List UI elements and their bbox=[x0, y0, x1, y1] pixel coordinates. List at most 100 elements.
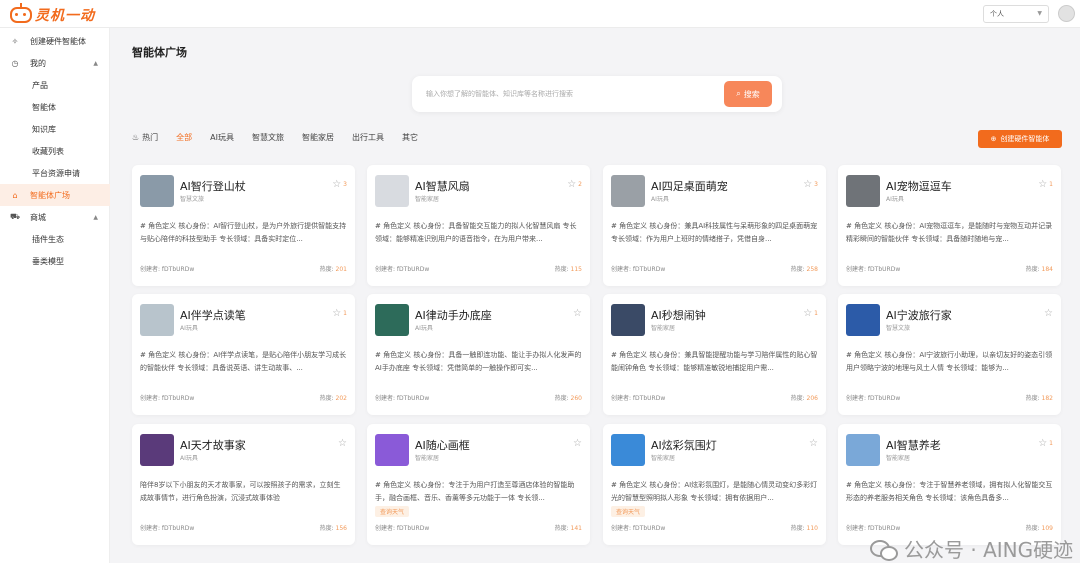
agent-card-description: # 角色定义 核心身份：具备一触即连功能、能让手办拟人化发声的AI手办底座 专长… bbox=[375, 351, 582, 372]
agent-card-heat: 热度: 206 bbox=[791, 393, 818, 402]
agent-card[interactable]: AI智行登山杖 智慧文旅 ☆ 3 # 角色定义 核心身份：AI智行登山杖，是为户外旅行提… bbox=[132, 165, 355, 286]
agent-card-title: AI宁波旅行家 bbox=[886, 309, 952, 322]
agent-card[interactable]: AI宁波旅行家 智慧文旅 ☆ # 角色定义 核心身份：AI宁波旅行小助理，以亲切友好的… bbox=[838, 294, 1061, 415]
agent-card-creator: 创建者: fDTbURDw bbox=[140, 525, 195, 532]
agent-card-creator: 创建者: fDTbURDw bbox=[375, 525, 430, 532]
agent-card[interactable]: AI天才故事家 AI玩具 ☆ 陪伴8岁以下小朋友的天才故事家，可以按照孩子的需求，立刻… bbox=[132, 424, 355, 545]
favorite-button[interactable]: ☆ 1 bbox=[1038, 179, 1053, 190]
favorite-button[interactable]: ☆ 1 bbox=[332, 308, 347, 319]
agent-thumbnail bbox=[611, 304, 645, 336]
create-agent-button[interactable]: ⊕ 创建硬件智能体 bbox=[978, 130, 1062, 148]
agent-card[interactable]: AI随心画框 智能家居 ☆ # 角色定义 核心身份：专注于为用户打造至尊酒店体验的智能… bbox=[367, 424, 590, 545]
search-box: ⌕ 搜索 bbox=[412, 76, 782, 112]
tab-label: AI玩具 bbox=[210, 133, 235, 142]
agent-card-category: AI玩具 bbox=[886, 196, 904, 203]
tab-smart-tourism[interactable]: 智慧文旅 bbox=[252, 132, 284, 143]
agent-card-description: # 角色定义 核心身份：专注于智慧养老领域，拥有拟人化智能交互形态的养老服务相关… bbox=[846, 481, 1053, 502]
heat-label: 热度: bbox=[1025, 266, 1040, 273]
agent-card[interactable]: AI智慧养老 智能家居 ☆ 1 # 角色定义 核心身份：专注于智慧养老领域，拥有拟人化智… bbox=[838, 424, 1061, 545]
favorite-button[interactable]: ☆ 1 bbox=[803, 308, 818, 319]
agent-card-category: 智能家居 bbox=[651, 325, 676, 332]
agent-card-heat: 热度: 260 bbox=[555, 393, 582, 402]
tab-ai-toys[interactable]: AI玩具 bbox=[210, 132, 234, 143]
agent-card-description: # 角色定义 核心身份：AI炫彩氛围灯，是能随心情灵动变幻多彩灯光的智慧型照明拟… bbox=[611, 481, 818, 502]
favorite-button[interactable]: ☆ bbox=[338, 438, 347, 449]
star-icon: ☆ bbox=[809, 438, 818, 449]
tab-other[interactable]: 其它 bbox=[402, 132, 418, 143]
tab-travel-tools[interactable]: 出行工具 bbox=[352, 132, 384, 143]
agent-card[interactable]: AI炫彩氛围灯 智能家居 ☆ # 角色定义 核心身份：AI炫彩氛围灯，是能随心情灵动变… bbox=[603, 424, 826, 545]
role-select[interactable]: 个人 ▼ bbox=[983, 5, 1049, 23]
favorite-button[interactable]: ☆ 2 bbox=[567, 179, 582, 190]
search-button[interactable]: ⌕ 搜索 bbox=[724, 81, 772, 107]
sidebar-item-label: 收藏列表 bbox=[32, 146, 64, 156]
sidebar-item-agent-plaza[interactable]: ⌂ 智能体广场 bbox=[0, 184, 110, 206]
favorite-count: 2 bbox=[578, 181, 582, 188]
heat-label: 热度: bbox=[790, 395, 805, 402]
favorite-button[interactable]: ☆ bbox=[573, 438, 582, 449]
agent-card-description: # 角色定义 核心身份：AI宠物逗逗车，是能随时与宠物互动并记录精彩瞬间的智能伙… bbox=[846, 222, 1053, 243]
agent-card-heat: 热度: 258 bbox=[791, 264, 818, 273]
favorite-button[interactable]: ☆ 3 bbox=[332, 179, 347, 190]
star-icon: ☆ bbox=[332, 308, 342, 319]
agent-card-creator: 创建者: fDTbURDw bbox=[375, 266, 430, 273]
clock-icon: ◷ bbox=[11, 58, 19, 68]
favorite-button[interactable]: ☆ 3 bbox=[803, 179, 818, 190]
favorite-button[interactable]: ☆ bbox=[573, 308, 582, 319]
sidebar-item-mine[interactable]: ◷ 我的 ▲ bbox=[0, 52, 110, 74]
agent-card-title: AI四足桌面萌宠 bbox=[651, 180, 728, 193]
agent-card[interactable]: AI律动手办底座 AI玩具 ☆ # 角色定义 核心身份：具备一触即连功能、能让手办拟人… bbox=[367, 294, 590, 415]
sidebar-item-create-agent[interactable]: ✧ 创建硬件智能体 bbox=[0, 30, 110, 52]
agent-card-category: 智慧文旅 bbox=[180, 196, 205, 203]
fire-icon: ♨ bbox=[132, 133, 140, 142]
tab-label: 智能家居 bbox=[302, 133, 335, 142]
agent-card[interactable]: AI秒想闹钟 智能家居 ☆ 1 # 角色定义 核心身份：兼具智能提醒功能与学习陪伴属性的… bbox=[603, 294, 826, 415]
favorite-button[interactable]: ☆ bbox=[809, 438, 818, 449]
sidebar-item-label: 产品 bbox=[32, 80, 48, 90]
favorite-count: 3 bbox=[343, 181, 347, 188]
favorite-button[interactable]: ☆ bbox=[1044, 308, 1053, 319]
search-input[interactable] bbox=[426, 87, 706, 101]
tab-all[interactable]: 全部 bbox=[176, 132, 192, 143]
sidebar: ✧ 创建硬件智能体 ◷ 我的 ▲ 产品 智能体 知识库 收藏列表 平台资源申请 … bbox=[0, 28, 110, 563]
agent-card[interactable]: AI智慧风扇 智能家居 ☆ 2 # 角色定义 核心身份：具备智能交互能力的拟人化智慧风扇… bbox=[367, 165, 590, 286]
logo[interactable]: 灵机一动 bbox=[10, 3, 95, 25]
watermark: 公众号 · AING硬迹 bbox=[870, 534, 1073, 563]
favorite-button[interactable]: ☆ 1 bbox=[1038, 438, 1053, 449]
heat-label: 热度: bbox=[554, 395, 569, 402]
agent-card-category: 智慧文旅 bbox=[886, 325, 911, 332]
agent-card[interactable]: AI伴学点读笔 AI玩具 ☆ 1 # 角色定义 核心身份：AI伴学点读笔，是贴心陪伴小朋… bbox=[132, 294, 355, 415]
sidebar-item-label: 垂类模型 bbox=[32, 256, 64, 266]
sidebar-item-favorites[interactable]: 收藏列表 bbox=[0, 140, 110, 162]
tab-smart-home[interactable]: 智能家居 bbox=[302, 132, 334, 143]
sidebar-item-knowledge[interactable]: 知识库 bbox=[0, 118, 110, 140]
heat-value: 141 bbox=[570, 525, 582, 532]
agent-card-heat: 热度: 141 bbox=[555, 523, 582, 532]
agent-card-creator: 创建者: fDTbURDw bbox=[140, 395, 195, 402]
sidebar-item-products[interactable]: 产品 bbox=[0, 74, 110, 96]
sidebar-item-label: 我的 bbox=[30, 58, 46, 68]
agent-card-title: AI随心画框 bbox=[415, 439, 470, 452]
sidebar-item-plugins[interactable]: 插件生态 bbox=[0, 228, 110, 250]
heat-label: 热度: bbox=[1025, 395, 1040, 402]
chevron-up-icon: ▲ bbox=[93, 213, 98, 221]
avatar[interactable] bbox=[1058, 5, 1075, 22]
agent-card-title: AI秒想闹钟 bbox=[651, 309, 706, 322]
search-button-label: 搜索 bbox=[743, 89, 760, 99]
sidebar-item-agents[interactable]: 智能体 bbox=[0, 96, 110, 118]
sidebar-item-store[interactable]: ⛟ 商城 ▲ bbox=[0, 206, 110, 228]
agent-card-creator: 创建者: fDTbURDw bbox=[375, 395, 430, 402]
agent-card-creator: 创建者: fDTbURDw bbox=[846, 395, 901, 402]
agent-card-heat: 热度: 115 bbox=[555, 264, 582, 273]
sidebar-item-vertical-models[interactable]: 垂类模型 bbox=[0, 250, 110, 272]
heat-value: 201 bbox=[335, 266, 347, 273]
agent-card[interactable]: AI宠物逗逗车 AI玩具 ☆ 1 # 角色定义 核心身份：AI宠物逗逗车，是能随时与宠物… bbox=[838, 165, 1061, 286]
star-icon: ☆ bbox=[1038, 438, 1048, 449]
tab-hot[interactable]: ♨ 热门 bbox=[132, 132, 158, 143]
sidebar-item-resource-apply[interactable]: 平台资源申请 bbox=[0, 162, 110, 184]
agent-thumbnail bbox=[375, 304, 409, 336]
heat-value: 260 bbox=[570, 395, 582, 402]
agent-card[interactable]: AI四足桌面萌宠 AI玩具 ☆ 3 # 角色定义 核心身份：兼具AI科技属性与呆萌形象的… bbox=[603, 165, 826, 286]
agent-thumbnail bbox=[140, 304, 174, 336]
agent-card-heat: 热度: 109 bbox=[1026, 523, 1053, 532]
